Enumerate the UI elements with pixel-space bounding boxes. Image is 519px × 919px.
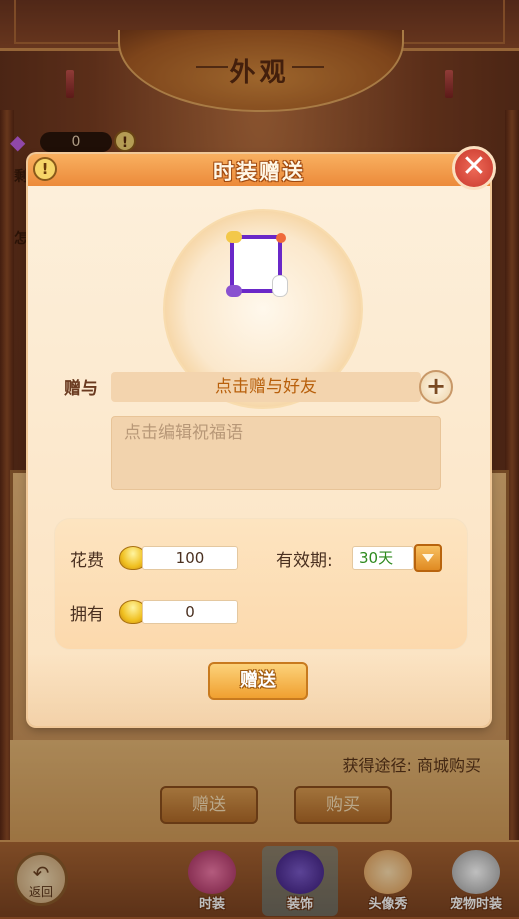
avatar-frame-preview [226,231,288,297]
send-gift-button[interactable]: 赠送 [208,662,308,700]
cost-value: 100 [142,546,238,570]
validity-select[interactable]: 30天 [352,546,414,570]
validity-label: 有效期: [276,551,333,571]
swirl-deco-icon [226,285,242,297]
cost-label: 花费 [70,551,104,571]
gift-to-label: 赠与 [64,379,98,399]
dialog-title: 时装赠送 [213,159,305,184]
cloud-deco-icon [226,231,242,243]
friend-select-field[interactable]: 点击赠与好友 [111,372,421,402]
rabbit-deco-icon [272,275,288,297]
gift-dialog: ! 时装赠送 赠与 点击赠与好友 + 点击编辑祝福语 花费 100 有效期: 3… [28,154,490,726]
sun-deco-icon [276,233,286,243]
blessing-input[interactable]: 点击编辑祝福语 [111,416,441,490]
own-label: 拥有 [70,605,104,625]
close-icon[interactable]: ✕ [452,146,496,190]
chevron-down-icon[interactable] [414,544,442,572]
add-friend-button[interactable]: + [419,370,453,404]
own-value: 0 [142,600,238,624]
cost-panel [54,518,468,650]
